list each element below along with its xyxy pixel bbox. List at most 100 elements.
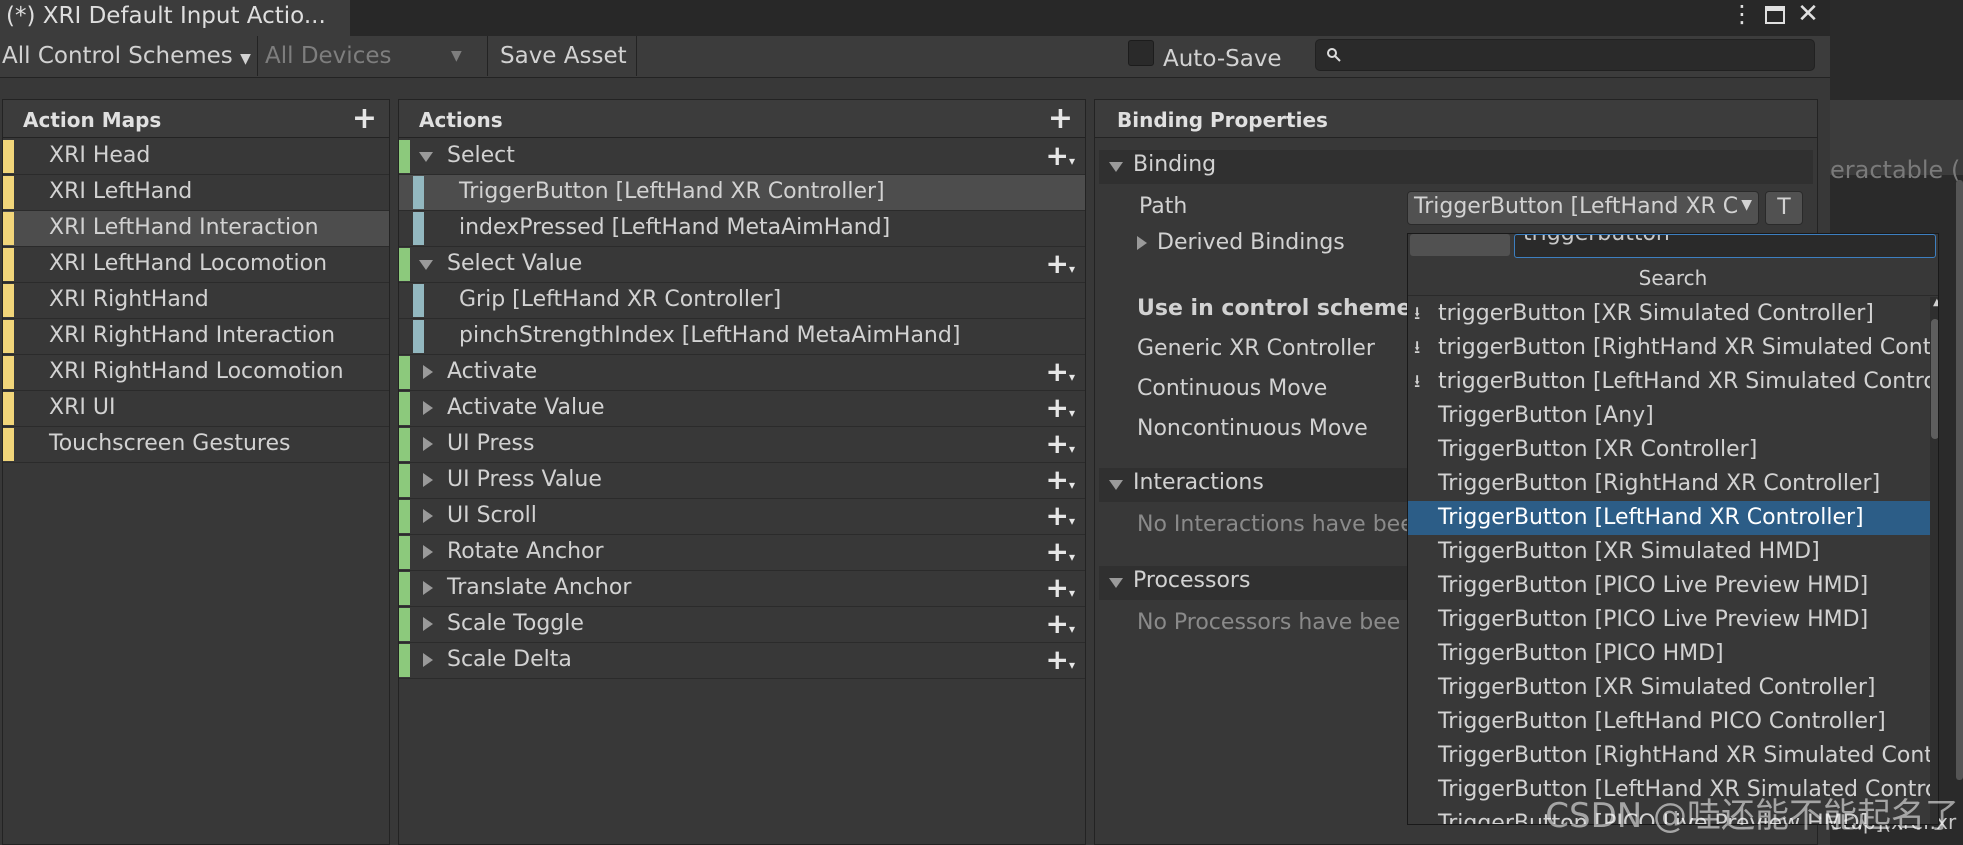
action-map-item[interactable]: XRI UI xyxy=(3,391,389,427)
popup-item[interactable]: TriggerButton [RightHand XR Simulated Co… xyxy=(1408,739,1930,773)
popup-item[interactable]: TriggerButton [PICO Live Preview HMD] xyxy=(1408,603,1930,637)
action-map-item[interactable]: XRI LeftHand xyxy=(3,175,389,211)
popup-item[interactable]: ⭳ triggerButton [LeftHand XR Simulated Co… xyxy=(1408,365,1930,399)
popup-item[interactable]: TriggerButton [Any] xyxy=(1408,399,1930,433)
download-icon: ⭳ xyxy=(1414,371,1421,392)
more-options-icon[interactable]: ⋮ xyxy=(1730,0,1754,30)
use-in-scheme-heading: Use in control scheme xyxy=(1137,296,1412,321)
binding-item-selected[interactable]: TriggerButton [LeftHand XR Controller] xyxy=(399,175,1085,211)
action-item[interactable]: UI Press Value +▾ xyxy=(399,463,1085,499)
popup-item[interactable]: TriggerButton [XR Simulated HMD] xyxy=(1408,535,1930,569)
action-item[interactable]: Select +▾ xyxy=(399,139,1085,175)
popup-item[interactable]: TriggerButton [LeftHand PICO Controller] xyxy=(1408,705,1930,739)
add-binding-dropdown-icon[interactable]: +▾ xyxy=(1046,355,1076,394)
scroll-up-arrow-icon[interactable]: ▲ xyxy=(1933,297,1938,308)
popup-item[interactable]: ⭳ triggerButton [RightHand XR Simulated C… xyxy=(1408,331,1930,365)
action-color-bar xyxy=(399,500,410,533)
add-binding-dropdown-icon[interactable]: +▾ xyxy=(1046,535,1076,574)
action-item[interactable]: Rotate Anchor +▾ xyxy=(399,535,1085,571)
devices-dropdown[interactable]: All Devices ▼ xyxy=(265,36,475,76)
scheme-item[interactable]: Continuous Move xyxy=(1137,376,1327,401)
derived-bindings-label[interactable]: Derived Bindings xyxy=(1157,230,1345,255)
expanded-triangle-icon[interactable] xyxy=(419,152,433,162)
scheme-item[interactable]: Noncontinuous Move xyxy=(1137,416,1368,441)
action-map-item[interactable]: XRI RightHand Interaction xyxy=(3,319,389,355)
collapsed-triangle-icon[interactable] xyxy=(423,581,433,595)
popup-item-label: TriggerButton [Any] xyxy=(1438,403,1654,428)
popup-item[interactable]: TriggerButton [PICO Live Preview HMD] xyxy=(1408,569,1930,603)
collapsed-triangle-icon[interactable] xyxy=(1137,236,1147,250)
action-item[interactable]: Scale Delta +▾ xyxy=(399,643,1085,679)
collapsed-triangle-icon[interactable] xyxy=(423,401,433,415)
popup-scrollbar-thumb[interactable] xyxy=(1931,319,1938,439)
action-item[interactable]: Select Value +▾ xyxy=(399,247,1085,283)
action-item[interactable]: Activate Value +▾ xyxy=(399,391,1085,427)
popup-scrollbar[interactable]: ▲ xyxy=(1930,297,1938,824)
close-icon[interactable]: ✕ xyxy=(1795,0,1821,30)
collapsed-triangle-icon[interactable] xyxy=(423,365,433,379)
action-item[interactable]: Scale Toggle +▾ xyxy=(399,607,1085,643)
action-label: Translate Anchor xyxy=(447,575,632,600)
action-map-item[interactable]: XRI Head xyxy=(3,139,389,175)
actions-title: Actions xyxy=(419,108,503,132)
add-binding-dropdown-icon[interactable]: +▾ xyxy=(1046,427,1076,466)
popup-item[interactable]: TriggerButton [XR Controller] xyxy=(1408,433,1930,467)
control-scheme-dropdown[interactable]: All Control Schemes ▼ xyxy=(2,36,252,76)
collapsed-triangle-icon[interactable] xyxy=(423,545,433,559)
action-color-bar xyxy=(399,356,410,389)
binding-item[interactable]: pinchStrengthIndex [LeftHand MetaAimHand… xyxy=(399,319,1085,355)
window-title-tab[interactable]: (*) XRI Default Input Actio... xyxy=(0,0,350,36)
text-mode-button[interactable]: T xyxy=(1765,191,1803,225)
action-item[interactable]: Activate +▾ xyxy=(399,355,1085,391)
action-map-item[interactable]: Touchscreen Gestures xyxy=(3,427,389,463)
popup-item[interactable]: TriggerButton [RightHand XR Controller] xyxy=(1408,467,1930,501)
popup-item-label: TriggerButton [XR Simulated HMD] xyxy=(1438,539,1820,564)
action-map-item[interactable]: XRI LeftHand Locomotion xyxy=(3,247,389,283)
collapsed-triangle-icon[interactable] xyxy=(423,473,433,487)
popup-item-selected[interactable]: TriggerButton [LeftHand XR Controller] xyxy=(1408,501,1930,535)
popup-search-input[interactable]: triggerbutton xyxy=(1514,234,1936,258)
binding-item[interactable]: Grip [LeftHand XR Controller] xyxy=(399,283,1085,319)
add-binding-dropdown-icon[interactable]: +▾ xyxy=(1046,571,1076,610)
search-input[interactable] xyxy=(1315,39,1815,71)
download-icon: ⭳ xyxy=(1414,303,1421,324)
maximize-icon[interactable] xyxy=(1762,0,1788,30)
add-binding-dropdown-icon[interactable]: +▾ xyxy=(1046,643,1076,682)
add-action-map-button[interactable]: + xyxy=(352,101,377,136)
add-action-button[interactable]: + xyxy=(1048,101,1073,136)
action-item[interactable]: Translate Anchor +▾ xyxy=(399,571,1085,607)
add-binding-dropdown-icon[interactable]: +▾ xyxy=(1046,391,1076,430)
collapsed-triangle-icon[interactable] xyxy=(423,653,433,667)
save-asset-button[interactable]: Save Asset xyxy=(500,36,630,76)
add-binding-dropdown-icon[interactable]: +▾ xyxy=(1046,463,1076,502)
action-map-item-selected[interactable]: XRI LeftHand Interaction xyxy=(3,211,389,247)
collapsed-triangle-icon[interactable] xyxy=(423,617,433,631)
popup-item[interactable]: ⭳ triggerButton [XR Simulated Controller] xyxy=(1408,297,1930,331)
add-binding-dropdown-icon[interactable]: +▾ xyxy=(1046,139,1076,178)
binding-item[interactable]: indexPressed [LeftHand MetaAimHand] xyxy=(399,211,1085,247)
popup-results-list: ⭳ triggerButton [XR Simulated Controller]… xyxy=(1408,297,1930,824)
popup-item[interactable]: TriggerButton [XR Simulated Controller] xyxy=(1408,671,1930,705)
action-item[interactable]: UI Scroll +▾ xyxy=(399,499,1085,535)
popup-item-label: triggerButton [RightHand XR Simulated Co… xyxy=(1438,335,1930,360)
action-map-item[interactable]: XRI RightHand xyxy=(3,283,389,319)
binding-section-header[interactable]: Binding xyxy=(1099,150,1813,184)
expanded-triangle-icon[interactable] xyxy=(419,260,433,270)
add-binding-dropdown-icon[interactable]: +▾ xyxy=(1046,607,1076,646)
interactions-section-label: Interactions xyxy=(1133,470,1264,495)
window-title-bar: (*) XRI Default Input Actio... ⋮ ✕ xyxy=(0,0,1830,36)
add-binding-dropdown-icon[interactable]: +▾ xyxy=(1046,499,1076,538)
popup-back-button[interactable] xyxy=(1410,234,1510,256)
action-item[interactable]: UI Press +▾ xyxy=(399,427,1085,463)
auto-save-checkbox[interactable] xyxy=(1128,40,1154,66)
action-map-item[interactable]: XRI RightHand Locomotion xyxy=(3,355,389,391)
popup-item[interactable]: TriggerButton [PICO HMD] xyxy=(1408,637,1930,671)
collapsed-triangle-icon[interactable] xyxy=(423,437,433,451)
scheme-item[interactable]: Generic XR Controller xyxy=(1137,336,1375,361)
expanded-triangle-icon xyxy=(1109,162,1123,172)
path-dropdown[interactable]: TriggerButton [LeftHand XR C ▼ xyxy=(1407,191,1759,225)
add-binding-dropdown-icon[interactable]: +▾ xyxy=(1046,247,1076,286)
action-color-bar xyxy=(399,572,410,605)
collapsed-triangle-icon[interactable] xyxy=(423,509,433,523)
action-map-label: XRI RightHand Interaction xyxy=(49,323,336,348)
